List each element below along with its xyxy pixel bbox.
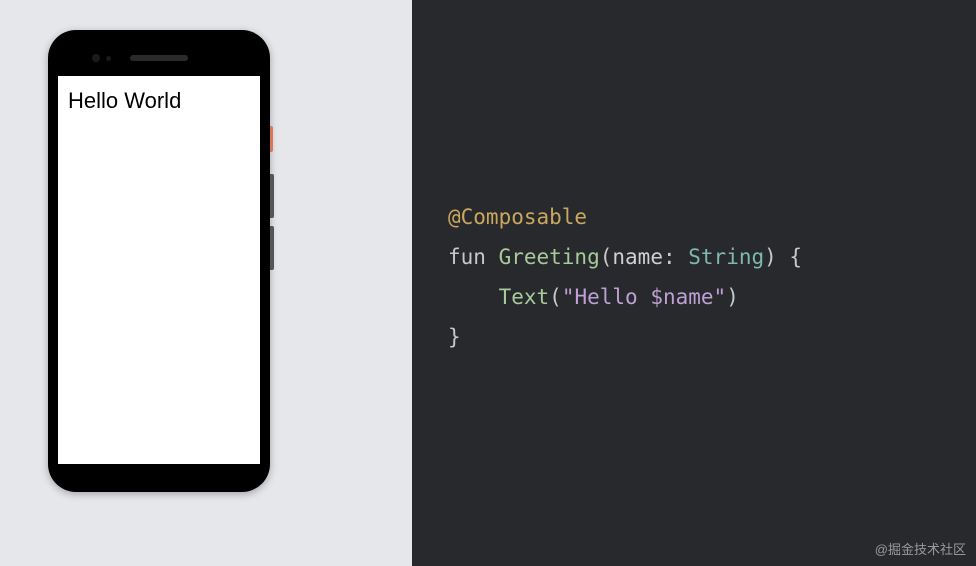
power-button	[270, 126, 273, 152]
indent	[448, 285, 499, 309]
phone-top-bezel	[58, 40, 260, 76]
annotation: @Composable	[448, 205, 587, 229]
code-line-3: Text("Hello $name")	[448, 278, 944, 318]
code-line-1: @Composable	[448, 198, 944, 238]
code-panel: @Composable fun Greeting(name: String) {…	[412, 0, 976, 566]
sensor-icon	[106, 56, 111, 61]
call-name: Text	[499, 285, 550, 309]
param-name: name	[612, 245, 663, 269]
volume-down-button	[270, 226, 274, 270]
screen-text: Hello World	[68, 88, 250, 114]
phone-bottom-bezel	[58, 464, 260, 492]
speaker-grill-icon	[130, 55, 188, 61]
call-close: )	[726, 285, 739, 309]
string-literal: "Hello $name"	[562, 285, 726, 309]
keyword-fun: fun	[448, 245, 499, 269]
phone-mockup: Hello World	[48, 30, 270, 492]
function-name: Greeting	[499, 245, 600, 269]
type-name: String	[688, 245, 764, 269]
code-line-2: fun Greeting(name: String) {	[448, 238, 944, 278]
paren-close-brace: ) {	[764, 245, 802, 269]
phone-screen: Hello World	[58, 76, 260, 464]
watermark: @掘金技术社区	[875, 539, 966, 558]
colon: :	[663, 245, 688, 269]
call-open: (	[549, 285, 562, 309]
front-camera-icon	[92, 54, 100, 62]
brace-close: }	[448, 325, 461, 349]
volume-up-button	[270, 174, 274, 218]
paren-open: (	[600, 245, 613, 269]
code-line-4: }	[448, 318, 944, 358]
